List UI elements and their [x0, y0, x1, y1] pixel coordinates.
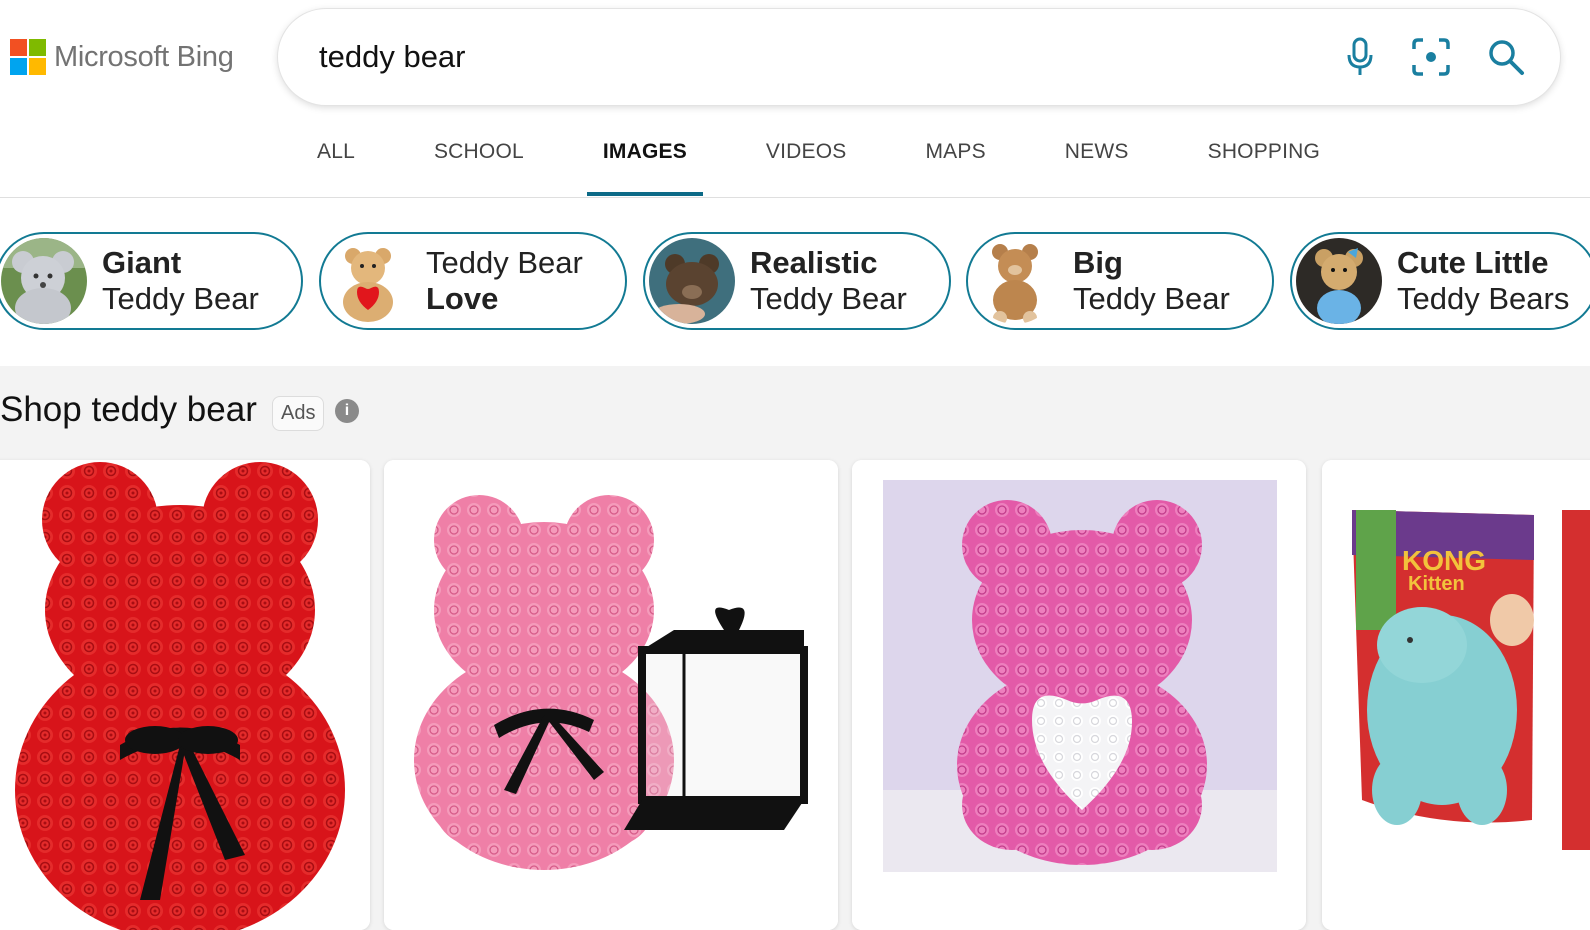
product-image-kong-kitten-toy: KONG Kitten [1322, 460, 1590, 930]
related-chip-giant-teddy-bear[interactable]: Giant Teddy Bear [0, 232, 303, 330]
chip-label-line2: Teddy Bears [1397, 281, 1570, 316]
related-chip-cute-little-teddy-bears[interactable]: Cute Little Teddy Bears [1290, 232, 1590, 330]
search-input[interactable]: teddy bear [319, 39, 466, 75]
tab-news[interactable]: NEWS [1065, 140, 1129, 196]
bing-logo[interactable]: Microsoft Bing [10, 39, 234, 75]
related-chip-teddy-bear-love[interactable]: Teddy Bear Love [319, 232, 627, 330]
product-card[interactable]: KONG Kitten [1322, 460, 1590, 930]
related-chip-big-teddy-bear[interactable]: Big Teddy Bear [966, 232, 1274, 330]
svg-text:KONG: KONG [1402, 545, 1486, 576]
product-card[interactable] [0, 460, 370, 930]
chip-label-line1: Realistic [750, 245, 878, 280]
tab-images[interactable]: IMAGES [586, 140, 703, 196]
ads-badge: Ads [272, 396, 325, 431]
header: Microsoft Bing teddy bear ALL SCHOOL IMA… [0, 0, 1590, 198]
tab-school[interactable]: SCHOOL [434, 140, 524, 196]
search-icon[interactable] [1484, 35, 1528, 79]
chip-label-line1: Teddy Bear [426, 245, 583, 280]
chip-thumbnail [972, 238, 1058, 324]
shopping-section: Shop teddy bear Ads i KONG Kitten [0, 366, 1590, 930]
tab-all[interactable]: ALL [317, 140, 355, 196]
chip-label-line2: Love [426, 281, 499, 316]
chip-label-line2: Teddy Bear [102, 281, 259, 316]
chip-thumbnail [325, 238, 411, 324]
tab-videos[interactable]: VIDEOS [766, 140, 847, 196]
svg-text:Kitten: Kitten [1408, 573, 1465, 595]
microphone-icon[interactable] [1338, 35, 1382, 79]
chip-label-line1: Giant [102, 245, 182, 280]
chip-thumbnail [1296, 238, 1382, 324]
product-card[interactable] [384, 460, 838, 930]
chip-thumbnail [1, 238, 87, 324]
chip-label-line2: Teddy Bear [1073, 281, 1230, 316]
search-tabs: ALL SCHOOL IMAGES VIDEOS MAPS NEWS SHOPP… [317, 140, 1399, 196]
product-image-red-rose-bear [0, 460, 370, 930]
product-image-pink-rose-bear-box [384, 460, 838, 930]
info-icon[interactable]: i [335, 399, 359, 423]
brand-name: Microsoft Bing [54, 40, 234, 73]
visual-search-icon[interactable] [1409, 35, 1453, 79]
tab-shopping[interactable]: SHOPPING [1208, 140, 1320, 196]
related-chip-realistic-teddy-bear[interactable]: Realistic Teddy Bear [643, 232, 951, 330]
chip-label-line1: Cute Little [1397, 245, 1549, 280]
shopping-title: Shop teddy bear [0, 390, 257, 429]
chip-label-line1: Big [1073, 245, 1123, 280]
chip-label-line2: Teddy Bear [750, 281, 907, 316]
microsoft-logo-icon [10, 39, 46, 75]
product-card[interactable] [852, 460, 1306, 930]
tab-maps[interactable]: MAPS [925, 140, 985, 196]
chip-thumbnail [649, 238, 735, 324]
product-image-pink-rose-bear-heart [852, 460, 1306, 930]
search-box[interactable]: teddy bear [278, 9, 1560, 105]
